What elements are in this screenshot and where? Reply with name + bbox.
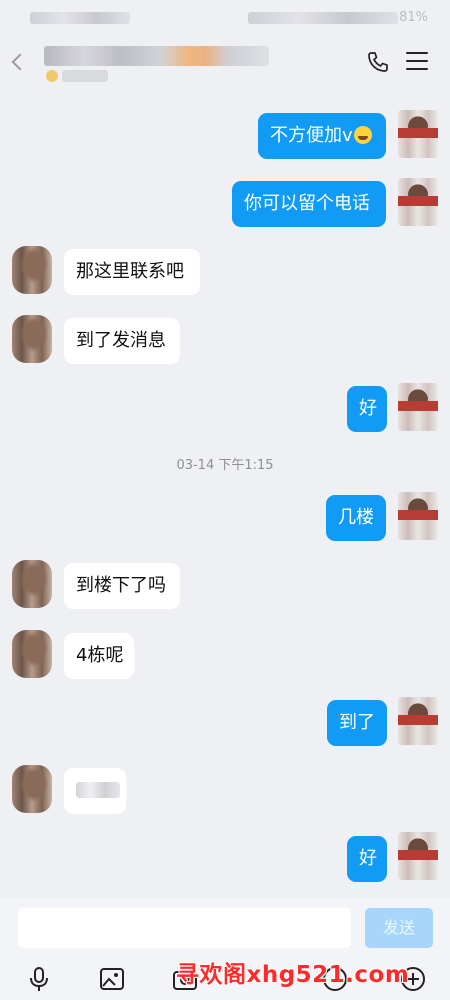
status-left-blur [30, 12, 130, 24]
phone-icon[interactable] [366, 50, 390, 74]
avatar[interactable] [12, 630, 52, 678]
message-bubble-outgoing[interactable]: 到了 [327, 700, 387, 746]
avatar[interactable] [398, 492, 438, 540]
message-bubble-incoming[interactable]: 到了发消息 [64, 318, 180, 364]
message-bubble-incoming[interactable] [64, 768, 126, 814]
back-icon[interactable] [11, 53, 29, 71]
message-text: 到楼下了吗 [76, 575, 166, 596]
avatar[interactable] [398, 697, 438, 745]
message-bubble-outgoing[interactable]: 好 [347, 386, 387, 432]
avatar[interactable] [12, 765, 52, 813]
message-text: 不方便加v [270, 125, 353, 146]
message-text: 几楼 [338, 507, 374, 528]
message-input-bar: 发送 [0, 898, 450, 958]
redacted-message-text [76, 782, 120, 798]
contact-name-redacted [44, 46, 269, 66]
message-bubble-outgoing[interactable]: 几楼 [326, 495, 386, 541]
avatar[interactable] [12, 315, 52, 363]
message-bubble-incoming[interactable]: 4栋呢 [64, 633, 134, 679]
message-bubble-incoming[interactable]: 那这里联系吧 [64, 249, 200, 295]
message-bubble-outgoing[interactable]: 不方便加v [258, 113, 386, 159]
message-input[interactable] [18, 908, 351, 948]
message-text: 你可以留个电话 [244, 193, 370, 214]
menu-icon[interactable] [406, 52, 428, 72]
message-text: 到了 [339, 712, 375, 733]
avatar[interactable] [398, 383, 438, 431]
message-text: 好 [359, 398, 377, 419]
laughing-tears-emoji-icon [353, 126, 372, 144]
send-button[interactable]: 发送 [365, 908, 433, 948]
microphone-icon[interactable] [24, 964, 54, 994]
message-bubble-outgoing[interactable]: 你可以留个电话 [232, 181, 386, 227]
chat-header [0, 34, 450, 92]
message-text: 好 [359, 848, 377, 869]
watermark-text: 寻欢阁xhg521.com [176, 962, 410, 988]
message-text: 那这里联系吧 [76, 261, 184, 282]
message-text: 到了发消息 [76, 330, 166, 351]
message-bubble-incoming[interactable]: 到楼下了吗 [64, 563, 180, 609]
image-icon[interactable] [97, 964, 127, 994]
timestamp-separator: 03-14 下午1:15 [176, 458, 274, 473]
message-bubble-outgoing[interactable]: 好 [347, 836, 387, 882]
message-text: 4栋呢 [76, 645, 124, 666]
status-bar: 81% [0, 0, 450, 34]
battery-level: 81% [399, 10, 428, 25]
avatar[interactable] [12, 246, 52, 294]
avatar[interactable] [12, 560, 52, 608]
avatar[interactable] [398, 110, 438, 158]
contact-status-redacted [62, 70, 108, 82]
status-emoji-icon [46, 70, 58, 82]
status-right-blur [248, 12, 398, 24]
avatar[interactable] [398, 178, 438, 226]
avatar[interactable] [398, 832, 438, 880]
